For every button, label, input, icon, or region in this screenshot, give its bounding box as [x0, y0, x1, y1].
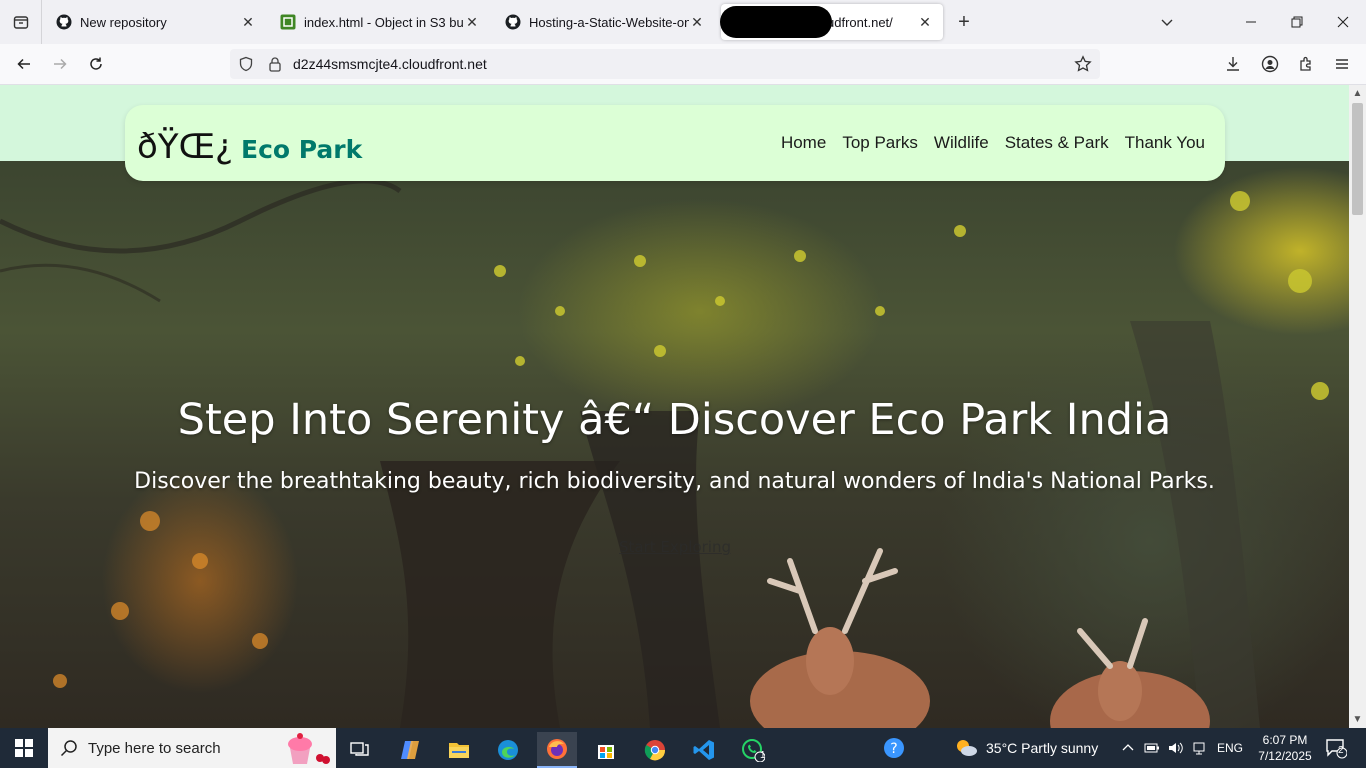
address-bar[interactable]: d2z44smsmcjte4.cloudfront.net	[230, 49, 1100, 79]
deer-illustration	[750, 548, 1210, 728]
forward-arrow-icon[interactable]	[44, 48, 76, 80]
edge-browser-icon[interactable]	[488, 732, 528, 768]
tab-new-repository[interactable]: New repository ✕	[46, 4, 266, 40]
chevron-up-icon[interactable]	[1118, 728, 1138, 768]
lock-icon[interactable]	[267, 56, 283, 77]
start-exploring-button[interactable]: Start Exploring	[610, 538, 740, 560]
s3-icon	[280, 14, 296, 30]
clock-date: 7/12/2025	[1258, 749, 1312, 763]
downloads-icon[interactable]	[1217, 48, 1249, 80]
nav-link-states-park[interactable]: States & Park	[1005, 133, 1109, 153]
tab-hosting-static-website[interactable]: Hosting-a-Static-Website-on-AWS ✕	[495, 4, 715, 40]
hero-title: Step Into Serenity â€“ Discover Eco Park…	[177, 395, 1172, 445]
file-explorer-icon[interactable]	[439, 732, 479, 768]
volume-icon[interactable]	[1166, 728, 1186, 768]
menu-icon[interactable]	[1326, 48, 1358, 80]
language-indicator[interactable]: ENG	[1214, 728, 1246, 768]
nav-link-wildlife[interactable]: Wildlife	[934, 133, 989, 153]
extensions-icon[interactable]	[1290, 48, 1322, 80]
url-text: d2z44smsmcjte4.cloudfront.net	[293, 56, 487, 72]
page-viewport: Step Into Serenity â€“ Discover Eco Park…	[0, 85, 1349, 728]
close-icon[interactable]: ✕	[464, 14, 480, 30]
redaction-mark	[720, 6, 832, 38]
search-icon	[60, 739, 78, 762]
close-icon[interactable]: ✕	[240, 14, 256, 30]
github-icon	[505, 14, 521, 30]
chrome-icon[interactable]	[635, 732, 675, 768]
tab-title: udfront.net/	[827, 14, 893, 30]
minimize-icon[interactable]	[1228, 0, 1274, 44]
tab-title: index.html - Object in S3 bucket	[304, 14, 464, 30]
navigation-toolbar: d2z44smsmcjte4.cloudfront.net	[0, 44, 1366, 85]
tab-s3-object[interactable]: index.html - Object in S3 bucket ✕	[270, 4, 490, 40]
battery-icon[interactable]	[1142, 728, 1162, 768]
clock-time: 6:07 PM	[1262, 733, 1308, 747]
close-window-icon[interactable]	[1320, 0, 1366, 44]
restore-icon[interactable]	[1274, 0, 1320, 44]
site-header: ðŸŒ¿ Eco Park Home Top Parks Wildlife St…	[125, 105, 1225, 181]
scroll-up-icon[interactable]: ▲	[1351, 87, 1364, 100]
reload-icon[interactable]	[80, 48, 112, 80]
microsoft-store-icon[interactable]	[586, 732, 626, 768]
shield-icon[interactable]	[238, 56, 254, 77]
logo-text[interactable]: Eco Park	[241, 135, 362, 164]
taskbar-search-box[interactable]: Type here to search	[48, 728, 336, 768]
list-all-tabs-icon[interactable]	[0, 0, 42, 44]
windows-start-icon[interactable]	[0, 728, 48, 768]
logo-glyph: ðŸŒ¿	[137, 127, 233, 167]
help-icon[interactable]: ?	[880, 728, 908, 768]
weather-text[interactable]: 35°C Partly sunny	[986, 740, 1098, 756]
close-icon[interactable]: ✕	[689, 14, 705, 30]
svg-text:?: ?	[890, 741, 897, 757]
system-clock[interactable]: 6:07 PM 7/12/2025	[1250, 732, 1320, 764]
account-icon[interactable]	[1254, 48, 1286, 80]
weather-partly-sunny-icon[interactable]	[952, 728, 980, 768]
hero-subtitle: Discover the breathtaking beauty, rich b…	[134, 469, 1215, 494]
scroll-thumb[interactable]	[1352, 103, 1363, 215]
hero-section: Step Into Serenity â€“ Discover Eco Park…	[0, 161, 1349, 728]
page-scrollbar[interactable]: ▲ ▼	[1349, 85, 1366, 728]
copilot-icon[interactable]	[390, 732, 430, 768]
whatsapp-badge: 1	[760, 750, 766, 761]
github-icon	[56, 14, 72, 30]
windows-taskbar: Type here to search 1 ? 35°C Partly sunn…	[0, 728, 1366, 768]
new-tab-plus-icon[interactable]: +	[950, 8, 978, 36]
back-arrow-icon[interactable]	[8, 48, 40, 80]
tab-title: New repository	[80, 14, 167, 30]
search-placeholder: Type here to search	[88, 740, 221, 757]
close-icon[interactable]: ✕	[917, 14, 933, 30]
tab-title: Hosting-a-Static-Website-on-AWS	[529, 14, 689, 30]
scroll-down-icon[interactable]: ▼	[1351, 713, 1364, 726]
notification-center-icon[interactable]: 2	[1322, 728, 1350, 768]
task-view-icon[interactable]	[340, 732, 380, 768]
bookmark-star-icon[interactable]	[1074, 55, 1092, 78]
nav-link-thank-you[interactable]: Thank You	[1125, 133, 1205, 153]
nav-link-home[interactable]: Home	[781, 133, 826, 153]
network-icon[interactable]	[1190, 728, 1210, 768]
site-nav: Home Top Parks Wildlife States & Park Th…	[781, 133, 1205, 153]
nav-link-top-parks[interactable]: Top Parks	[842, 133, 918, 153]
whatsapp-icon[interactable]: 1	[733, 732, 773, 768]
firefox-icon[interactable]	[537, 732, 577, 768]
notification-count: 2	[1338, 745, 1344, 756]
cupcake-icon	[280, 730, 330, 768]
vscode-icon[interactable]	[684, 732, 724, 768]
tab-strip: New repository ✕ index.html - Object in …	[0, 0, 1366, 44]
chevron-down-icon[interactable]	[1144, 0, 1190, 44]
